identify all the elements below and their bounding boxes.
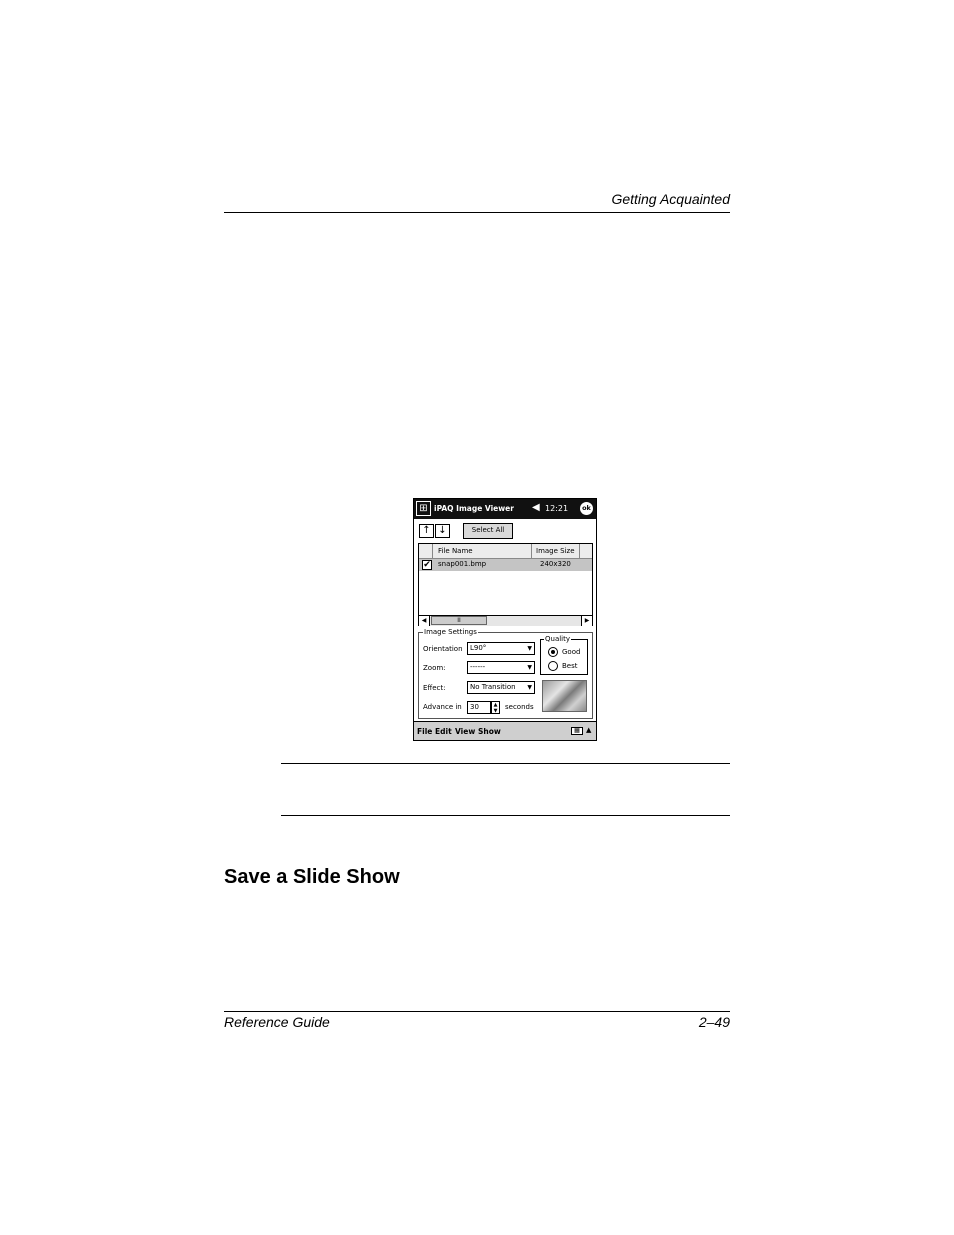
file-name-column-header[interactable]: File Name: [438, 547, 473, 555]
app-title: iPAQ Image Viewer: [434, 504, 514, 513]
zoom-dropdown[interactable]: ------ ▼: [467, 661, 535, 674]
image-settings-group: Image Settings Orientation L90° ▼ Zoom: …: [418, 628, 593, 719]
advance-label: Advance in: [423, 703, 462, 711]
list-header: File Name Image Size: [419, 544, 592, 559]
chevron-down-icon[interactable]: ▼: [527, 643, 532, 654]
menu-bar: File Edit View Show ▦ ▲: [414, 721, 596, 740]
windows-start-icon[interactable]: ⊞: [416, 501, 431, 516]
check-column-header: [419, 544, 433, 558]
chevron-down-icon[interactable]: ▼: [527, 662, 532, 673]
move-down-button[interactable]: ↓: [435, 524, 450, 538]
orientation-value: L90°: [470, 644, 487, 652]
quality-best-radio[interactable]: [548, 661, 558, 671]
effect-label: Effect:: [423, 684, 446, 692]
menu-show[interactable]: Show: [478, 727, 501, 736]
zoom-value: ------: [470, 663, 486, 671]
image-settings-label: Image Settings: [423, 628, 478, 636]
keyboard-icon[interactable]: ▦: [571, 727, 583, 735]
row-image-size: 240x320: [540, 560, 571, 568]
quality-best-label: Best: [562, 662, 578, 670]
header-rule: [224, 212, 730, 213]
note-rule-bottom: [281, 815, 730, 816]
move-up-button[interactable]: ↑: [419, 524, 434, 538]
zoom-label: Zoom:: [423, 664, 446, 672]
image-size-column-header[interactable]: Image Size: [536, 547, 575, 555]
row-checkbox[interactable]: ✔: [422, 560, 432, 570]
advance-spinner[interactable]: ▲ ▼: [491, 701, 500, 714]
column-divider[interactable]: [531, 544, 532, 558]
menu-edit[interactable]: Edit: [435, 727, 452, 736]
title-bar: ⊞ iPAQ Image Viewer ◀ 12:21 ok: [414, 499, 596, 519]
note-rule-top: [281, 763, 730, 764]
menu-file[interactable]: File: [417, 727, 432, 736]
seconds-label: seconds: [505, 703, 534, 711]
section-heading: Save a Slide Show: [224, 866, 400, 888]
scroll-right-icon[interactable]: ▶: [581, 616, 592, 626]
input-panel-arrow-icon[interactable]: ▲: [586, 726, 591, 734]
quality-good-label: Good: [562, 648, 581, 656]
clock[interactable]: 12:21: [545, 504, 568, 513]
column-divider[interactable]: [579, 544, 580, 558]
effect-dropdown[interactable]: No Transition ▼: [467, 681, 535, 694]
select-all-button[interactable]: Select All: [463, 523, 513, 539]
scroll-left-icon[interactable]: ◀: [419, 616, 430, 626]
file-list[interactable]: File Name Image Size ✔ snap001.bmp 240x3…: [418, 543, 593, 626]
list-row[interactable]: ✔ snap001.bmp 240x320: [419, 559, 592, 571]
transition-preview-image: [542, 680, 587, 712]
orientation-label: Orientation: [423, 645, 463, 653]
quality-group: Quality Good Best: [540, 635, 588, 675]
speaker-icon[interactable]: ◀: [532, 502, 540, 513]
chevron-down-icon[interactable]: ▼: [527, 682, 532, 693]
advance-seconds-input[interactable]: 30: [467, 701, 491, 714]
row-file-name: snap001.bmp: [438, 560, 487, 568]
footer-title: Reference Guide: [224, 1014, 330, 1030]
running-header: Getting Acquainted: [611, 191, 730, 207]
scroll-thumb[interactable]: II: [431, 616, 487, 625]
quality-good-radio[interactable]: [548, 647, 558, 657]
footer-rule: [224, 1011, 730, 1012]
menu-view[interactable]: View: [455, 727, 475, 736]
orientation-dropdown[interactable]: L90° ▼: [467, 642, 535, 655]
device-screenshot: ⊞ iPAQ Image Viewer ◀ 12:21 ok ↑ ↓ Selec…: [413, 498, 597, 741]
horizontal-scrollbar[interactable]: ◀ II ▶: [419, 615, 592, 626]
ok-button[interactable]: ok: [580, 502, 593, 515]
effect-value: No Transition: [470, 683, 516, 691]
quality-label: Quality: [544, 635, 572, 643]
page-number: 2–49: [698, 1014, 730, 1030]
